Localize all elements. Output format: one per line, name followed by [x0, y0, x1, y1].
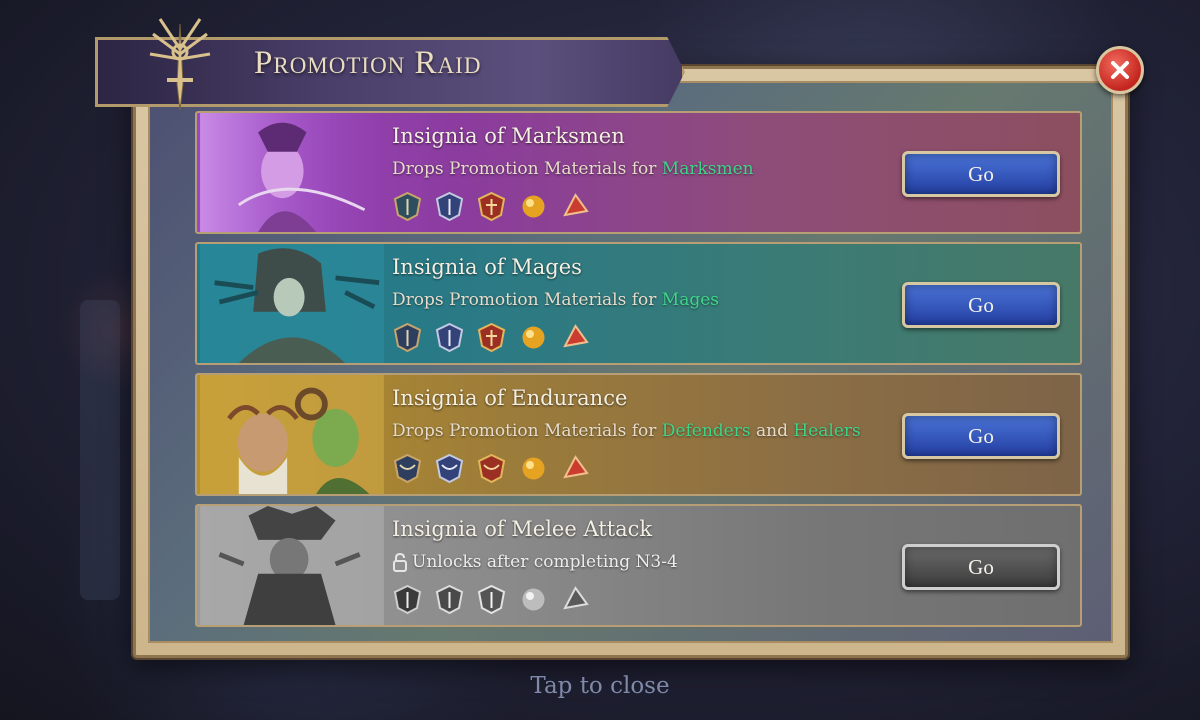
background-menu-shadow [80, 300, 120, 600]
bronze-shield-insignia-icon [393, 453, 422, 484]
go-button-marksmen[interactable]: Go [902, 151, 1060, 197]
red-crystal-material-icon [563, 324, 589, 348]
gold-orb-material-icon [522, 457, 545, 480]
reward-icons [392, 453, 591, 484]
endurance-hero-portrait [200, 375, 384, 494]
description-joiner: and [750, 421, 794, 441]
gold-shield-insignia-icon [477, 453, 506, 484]
class-name-marksmen: Marksmen [661, 159, 754, 179]
silver-shield-insignia-icon [435, 453, 464, 484]
raid-title: Insignia of Melee Attack [392, 517, 653, 541]
class-name-healers: Healers [793, 421, 861, 441]
mage-hero-portrait [200, 244, 384, 363]
reward-icons [392, 191, 591, 222]
unlock-text: Unlocks after completing N3-4 [412, 552, 678, 572]
close-button[interactable] [1096, 46, 1144, 94]
description-text: Drops Promotion Materials for [392, 421, 662, 441]
raid-card-mages: Insignia of Mages Drops Promotion Materi… [195, 242, 1082, 365]
description-text: Drops Promotion Materials for [392, 290, 662, 310]
page-title: Promotion Raid [254, 45, 482, 81]
raid-title: Insignia of Marksmen [392, 124, 625, 148]
red-crystal-material-icon [563, 193, 589, 217]
class-name-defenders: Defenders [661, 421, 751, 441]
raid-description: Drops Promotion Materials for Defenders … [392, 421, 861, 441]
bronze-shield-insignia-icon [393, 322, 422, 353]
raid-card-melee-attack: Insignia of Melee Attack Unlocks after c… [195, 504, 1082, 627]
gold-shield-insignia-icon [477, 322, 506, 353]
raid-title: Insignia of Mages [392, 255, 582, 279]
go-button-melee-attack[interactable]: Go [902, 544, 1060, 590]
red-crystal-material-icon [563, 455, 589, 479]
bronze-shield-insignia-icon [393, 191, 422, 222]
red-crystal-material-icon [563, 586, 589, 610]
gold-orb-material-icon [522, 588, 545, 611]
close-icon [1111, 61, 1129, 79]
bronze-shield-insignia-icon [393, 584, 422, 615]
gold-shield-insignia-icon [477, 191, 506, 222]
silver-shield-insignia-icon [435, 322, 464, 353]
reward-icons [392, 322, 591, 353]
raid-description: Drops Promotion Materials for Marksmen [392, 159, 754, 179]
raid-title: Insignia of Endurance [392, 386, 628, 410]
marksman-hero-portrait [200, 113, 384, 232]
gold-shield-insignia-icon [477, 584, 506, 615]
lock-icon [393, 552, 407, 572]
silver-shield-insignia-icon [435, 191, 464, 222]
sword-emblem-icon [149, 18, 211, 111]
gold-orb-material-icon [522, 326, 545, 349]
silver-shield-insignia-icon [435, 584, 464, 615]
class-name-mages: Mages [661, 290, 719, 310]
raid-description: Drops Promotion Materials for Mages [392, 290, 719, 310]
raid-card-marksmen: Insignia of Marksmen Drops Promotion Mat… [195, 111, 1082, 234]
tap-to-close-hint[interactable]: Tap to close [0, 673, 1200, 699]
reward-icons [392, 584, 591, 615]
go-button-mages[interactable]: Go [902, 282, 1060, 328]
description-text: Drops Promotion Materials for [392, 159, 662, 179]
go-button-endurance[interactable]: Go [902, 413, 1060, 459]
gold-orb-material-icon [522, 195, 545, 218]
melee-hero-portrait [200, 506, 384, 625]
raid-card-endurance: Insignia of Endurance Drops Promotion Ma… [195, 373, 1082, 496]
unlock-requirement: Unlocks after completing N3-4 [392, 552, 678, 572]
